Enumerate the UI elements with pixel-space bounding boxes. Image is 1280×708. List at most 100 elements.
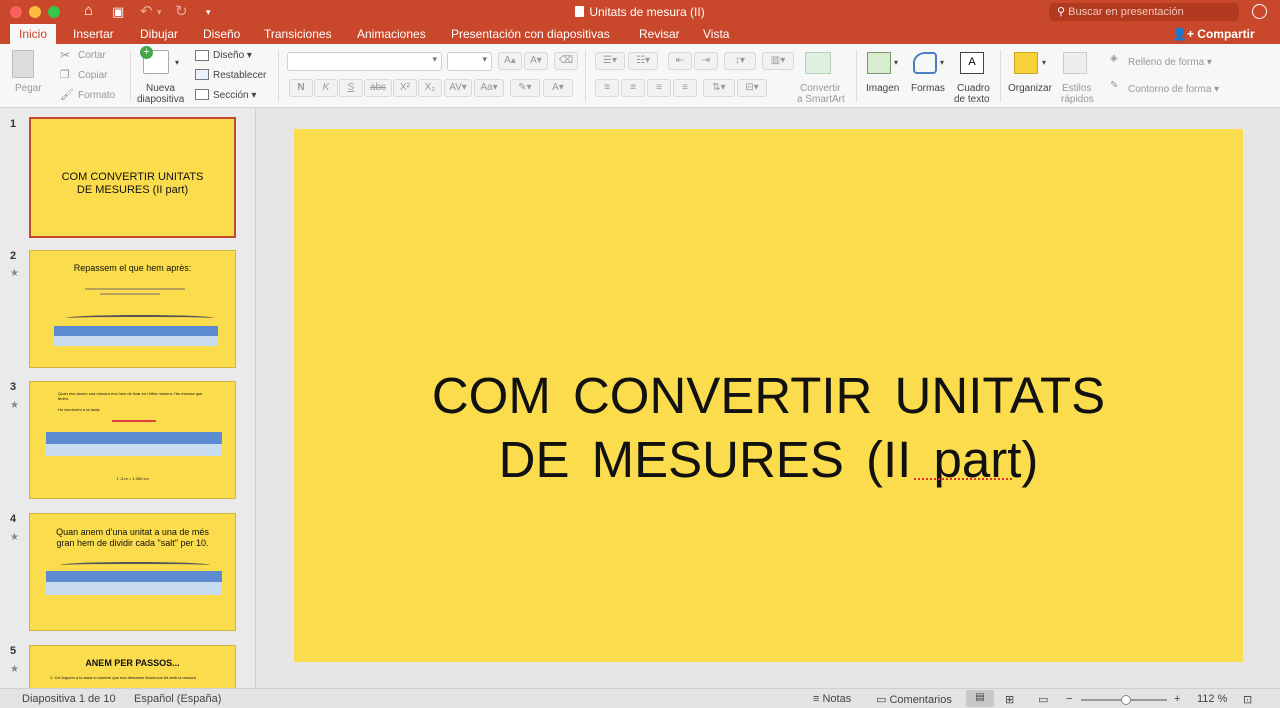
language-indicator[interactable]: Español (España) (134, 693, 221, 705)
shape-fill-button[interactable]: Relleno de forma ▾ (1128, 57, 1212, 68)
slide-thumbnail-5[interactable]: ANEM PER PASSOS... 1. Col·loquem a la ta… (29, 645, 236, 688)
numbering-button[interactable]: ☷▾ (628, 52, 658, 70)
font-size-dropdown[interactable]: ▾ (447, 52, 492, 71)
align-center-button[interactable]: ≡ (621, 79, 645, 97)
search-input[interactable]: ⚲ Buscar en presentación (1049, 3, 1239, 21)
thumbnail-title: Quan ens donen una mesura ens hem de fix… (58, 391, 203, 401)
tab-inicio[interactable]: Inicio (10, 24, 57, 44)
tab-insertar[interactable]: Insertar (73, 27, 114, 41)
align-right-button[interactable]: ≡ (647, 79, 671, 97)
shapes-dropdown-icon[interactable]: ▾ (940, 58, 944, 67)
feedback-smiley-icon[interactable] (1252, 4, 1267, 19)
increase-font-button[interactable]: A▴ (498, 52, 522, 70)
zoom-in-button[interactable]: + (1174, 693, 1180, 705)
reading-view-button[interactable]: ▭ (1038, 693, 1048, 706)
bold-button[interactable]: N (289, 79, 313, 97)
clear-format-button[interactable]: ⌫ (554, 52, 578, 70)
textbox-icon[interactable]: A (960, 52, 984, 74)
layout-button[interactable]: Diseño ▾ (213, 50, 252, 61)
slide-title[interactable]: COM CONVERTIR UNITATS DE MESURES (II par… (294, 364, 1243, 492)
add-person-icon: 👤+ (1172, 27, 1194, 41)
paste-button-label[interactable]: Pegar (15, 83, 42, 94)
share-button[interactable]: 👤+ Compartir (1172, 27, 1255, 41)
subscript-button[interactable]: X₂ (418, 79, 442, 97)
quick-styles-label-2[interactable]: rápidos (1061, 94, 1094, 105)
new-slide-label-1[interactable]: Nueva (146, 83, 175, 94)
justify-button[interactable]: ≡ (673, 79, 697, 97)
comments-button[interactable]: ▭ Comentarios (876, 693, 952, 706)
reset-button[interactable]: Restablecer (213, 70, 266, 81)
smartart-icon[interactable] (805, 52, 831, 74)
section-button[interactable]: Sección ▾ (213, 90, 256, 101)
new-slide-dropdown-icon[interactable]: ▾ (175, 58, 179, 67)
textbox-label-2[interactable]: de texto (954, 94, 990, 105)
star-icon: ★ (10, 664, 19, 675)
change-case-button[interactable]: Aa▾ (474, 79, 504, 97)
italic-button[interactable]: K (314, 79, 338, 97)
textbox-label-1[interactable]: Cuadro (957, 83, 990, 94)
shape-outline-button[interactable]: Contorno de forma ▾ (1128, 84, 1219, 95)
smartart-label-2[interactable]: a SmartArt (797, 94, 845, 105)
columns-button[interactable]: ▥▾ (762, 52, 794, 70)
quick-styles-label-1[interactable]: Estilos (1062, 83, 1091, 94)
tab-presentacion[interactable]: Presentación con diapositivas (451, 27, 610, 41)
bullets-button[interactable]: ☰▾ (595, 52, 625, 70)
zoom-slider[interactable] (1081, 695, 1167, 705)
underline-button[interactable]: S (339, 79, 363, 97)
line-spacing-button[interactable]: ↕▾ (724, 52, 756, 70)
tab-diseno[interactable]: Diseño (203, 27, 240, 41)
format-painter-button[interactable]: Formato (78, 90, 115, 101)
cut-button[interactable]: Cortar (78, 50, 106, 61)
slide-thumbnail-2[interactable]: Repassem el que hem après: (29, 250, 236, 368)
slide-thumbnail-1[interactable]: COM CONVERTIR UNITATS DE MESURES (II par… (29, 117, 236, 238)
shapes-icon[interactable] (913, 52, 937, 74)
slide-number: 1 (10, 118, 17, 130)
image-icon[interactable] (867, 52, 891, 74)
tab-dibujar[interactable]: Dibujar (140, 27, 178, 41)
slide-thumbnail-4[interactable]: Quan anem d'una unitat a una de més gran… (29, 513, 236, 631)
normal-view-button[interactable]: ▤ (966, 690, 994, 707)
arrange-dropdown-icon[interactable]: ▾ (1042, 58, 1046, 67)
paste-icon[interactable] (12, 50, 34, 78)
quick-styles-icon[interactable] (1063, 52, 1087, 74)
align-text-button[interactable]: ⊟▾ (737, 79, 767, 97)
tab-transiciones[interactable]: Transiciones (264, 27, 332, 41)
shape-outline-icon: ✎ (1110, 80, 1119, 91)
image-dropdown-icon[interactable]: ▾ (894, 58, 898, 67)
font-color-button[interactable]: A▾ (543, 79, 573, 97)
new-slide-label-2[interactable]: diapositiva (137, 94, 184, 105)
image-label[interactable]: Imagen (866, 83, 899, 94)
highlight-button[interactable]: ✎▾ (510, 79, 540, 97)
slide-number: 3 (10, 381, 17, 393)
tab-revisar[interactable]: Revisar (639, 27, 680, 41)
slide-sorter-button[interactable]: ⊞ (1005, 693, 1014, 706)
zoom-slider-handle[interactable] (1121, 695, 1131, 705)
smartart-label-1[interactable]: Convertir (800, 83, 841, 94)
decrease-font-button[interactable]: A▾ (524, 52, 548, 70)
divider (856, 50, 857, 102)
character-spacing-button[interactable]: AV▾ (444, 79, 472, 97)
zoom-level[interactable]: 112 % (1197, 693, 1227, 705)
tab-animaciones[interactable]: Animaciones (357, 27, 426, 41)
arrange-label[interactable]: Organizar (1008, 83, 1052, 94)
strikethrough-button[interactable]: abc (364, 79, 392, 97)
tab-vista[interactable]: Vista (703, 27, 729, 41)
current-slide[interactable]: COM CONVERTIR UNITATS DE MESURES (II par… (294, 129, 1243, 662)
arrange-icon[interactable] (1014, 52, 1038, 74)
text-direction-button[interactable]: ⇅▾ (703, 79, 735, 97)
slide-thumbnail-pane[interactable]: 1 COM CONVERTIR UNITATS DE MESURES (II p… (0, 108, 256, 688)
copy-button[interactable]: Copiar (78, 70, 107, 81)
slide-thumbnail-3[interactable]: Quan ens donen una mesura ens hem de fix… (29, 381, 236, 499)
increase-indent-button[interactable]: ⇥ (694, 52, 718, 70)
align-left-button[interactable]: ≡ (595, 79, 619, 97)
shapes-label[interactable]: Formas (911, 83, 945, 94)
zoom-out-button[interactable]: − (1066, 693, 1072, 705)
superscript-button[interactable]: X² (393, 79, 417, 97)
fit-to-window-icon[interactable]: ⊡ (1243, 693, 1252, 706)
decrease-indent-button[interactable]: ⇤ (668, 52, 692, 70)
new-slide-icon[interactable]: + (140, 46, 169, 74)
thumbnail-bullet-line (100, 293, 160, 295)
slide-editor[interactable]: COM CONVERTIR UNITATS DE MESURES (II par… (257, 108, 1280, 688)
font-family-dropdown[interactable]: ▾ (287, 52, 442, 71)
notes-button[interactable]: ≡ Notas (813, 693, 851, 705)
